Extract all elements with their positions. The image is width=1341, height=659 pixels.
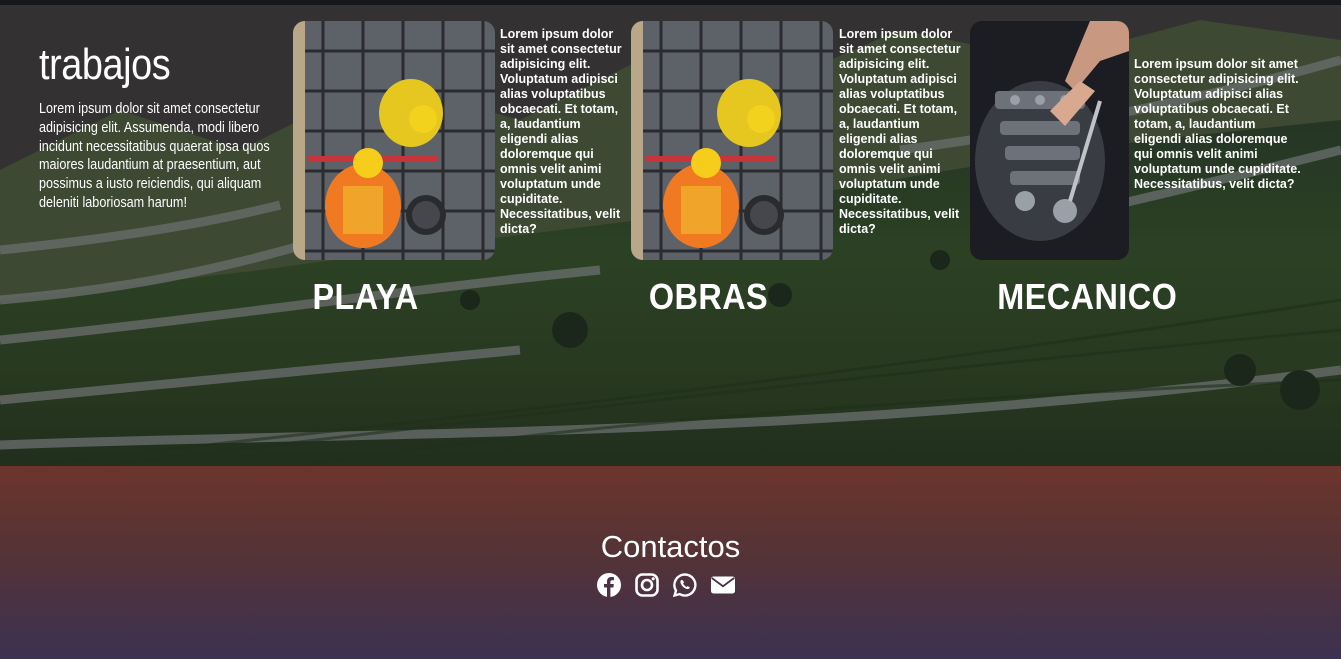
obras-card-title: OBRAS	[648, 276, 769, 317]
mecanico-card-image	[970, 21, 1129, 260]
obras-card-text: Lorem ipsum dolor sit amet consectetur a…	[839, 27, 961, 236]
playa-card-text: Lorem ipsum dolor sit amet consectetur a…	[500, 27, 622, 236]
obras-card-image	[631, 21, 833, 260]
playa-card-image	[293, 21, 495, 260]
playa-card-title: PLAYA	[312, 276, 419, 317]
hero-section: trabajos Lorem ipsum dolor sit amet cons…	[0, 0, 1341, 466]
contact-title: Contactos	[600, 529, 741, 564]
page-title: trabajos	[39, 40, 171, 89]
mecanico-card-text: Lorem ipsum dolor sit amet consectetur a…	[1134, 57, 1301, 191]
instagram-icon[interactable]	[634, 572, 660, 598]
footer-section: Contactos	[0, 466, 1341, 659]
envelope-icon[interactable]	[710, 572, 736, 598]
facebook-icon[interactable]	[596, 572, 622, 598]
mecanico-card-title: MECANICO	[997, 276, 1178, 317]
whatsapp-icon[interactable]	[672, 572, 698, 598]
top-bar	[0, 0, 1341, 5]
intro-paragraph: Lorem ipsum dolor sit amet consectetur a…	[39, 101, 270, 211]
social-links	[596, 572, 736, 598]
intro-block: trabajos Lorem ipsum dolor sit amet cons…	[39, 40, 294, 213]
